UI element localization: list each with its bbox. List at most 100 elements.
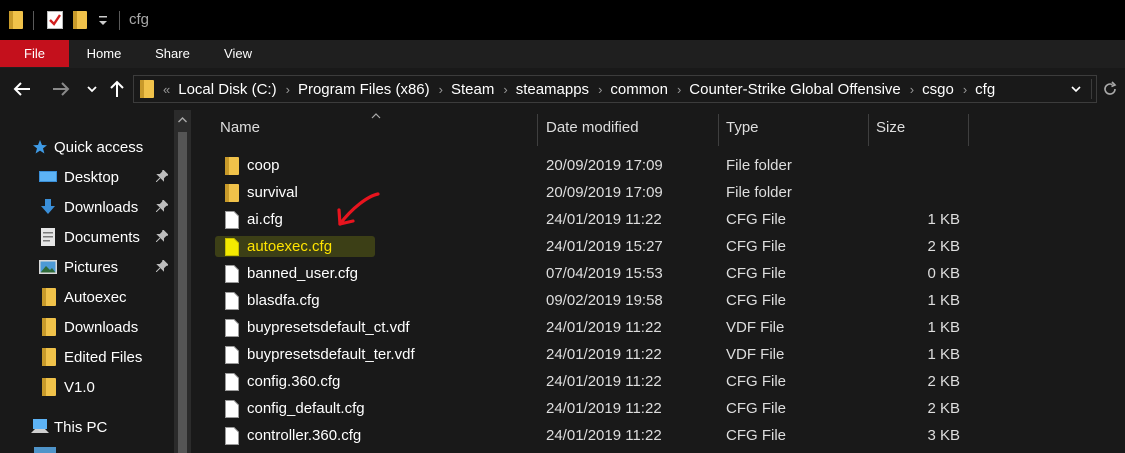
new-folder-icon[interactable] bbox=[73, 11, 87, 33]
breadcrumb-overflow-icon[interactable]: « bbox=[163, 82, 170, 97]
file-size: 2 KB bbox=[927, 400, 960, 417]
file-row[interactable]: banned_user.cfg 07/04/2019 15:53 CFG Fil… bbox=[191, 260, 1125, 287]
column-header-date-modified[interactable]: Date modified bbox=[546, 110, 639, 146]
tab-share[interactable]: Share bbox=[145, 40, 200, 67]
star-icon bbox=[31, 138, 49, 156]
folder-icon bbox=[40, 348, 58, 366]
up-button[interactable] bbox=[106, 78, 128, 100]
breadcrumb-item[interactable]: cfg bbox=[975, 81, 995, 98]
column-header-name[interactable]: Name bbox=[220, 110, 260, 146]
scroll-up-icon[interactable] bbox=[178, 117, 187, 123]
tab-file[interactable]: File bbox=[0, 40, 69, 67]
sidebar-item-quick-access[interactable]: Quick access bbox=[0, 132, 174, 162]
recent-locations-button[interactable] bbox=[81, 78, 103, 100]
file-name: config_default.cfg bbox=[247, 400, 365, 417]
tab-home[interactable]: Home bbox=[75, 40, 133, 67]
file-type: CFG File bbox=[726, 427, 786, 444]
chevron-right-icon[interactable]: › bbox=[286, 82, 290, 97]
file-size: 1 KB bbox=[927, 211, 960, 228]
sidebar-item-desktop[interactable]: Desktop bbox=[0, 162, 174, 192]
column-divider[interactable] bbox=[868, 114, 869, 146]
file-row[interactable]: coop 20/09/2019 17:09 File folder bbox=[191, 152, 1125, 179]
pin-icon[interactable] bbox=[155, 168, 169, 186]
sidebar-item-edited-files[interactable]: Edited Files bbox=[0, 342, 174, 372]
breadcrumb-item[interactable]: csgo bbox=[922, 81, 954, 98]
file-size: 1 KB bbox=[927, 292, 960, 309]
sidebar-scrollbar[interactable] bbox=[174, 110, 191, 453]
address-dropdown-icon[interactable] bbox=[1071, 85, 1081, 93]
sidebar-item-label: Quick access bbox=[54, 138, 144, 156]
breadcrumb-item[interactable]: Steam bbox=[451, 81, 494, 98]
chevron-right-icon[interactable]: › bbox=[598, 82, 602, 97]
breadcrumb-item[interactable]: common bbox=[610, 81, 668, 98]
chevron-right-icon[interactable]: › bbox=[677, 82, 681, 97]
file-size: 3 KB bbox=[927, 427, 960, 444]
file-row[interactable]: buypresetsdefault_ter.vdf 24/01/2019 11:… bbox=[191, 341, 1125, 368]
file-type: CFG File bbox=[726, 400, 786, 417]
file-name: banned_user.cfg bbox=[247, 265, 358, 282]
file-name: survival bbox=[247, 184, 298, 201]
folder-icon bbox=[225, 157, 239, 175]
file-date-modified: 24/01/2019 11:22 bbox=[546, 211, 662, 228]
file-icon bbox=[225, 292, 239, 310]
file-size: 2 KB bbox=[927, 373, 960, 390]
chevron-right-icon[interactable]: › bbox=[963, 82, 967, 97]
pin-icon[interactable] bbox=[155, 198, 169, 216]
file-row[interactable]: controller.360.cfg 24/01/2019 11:22 CFG … bbox=[191, 422, 1125, 449]
tab-view[interactable]: View bbox=[212, 40, 264, 67]
file-type: CFG File bbox=[726, 265, 786, 282]
sidebar-item-label: Documents bbox=[64, 228, 140, 246]
file-size bbox=[874, 179, 960, 206]
chevron-right-icon[interactable]: › bbox=[910, 82, 914, 97]
sidebar-item-this-pc[interactable]: This PC bbox=[0, 412, 174, 442]
breadcrumb-item[interactable]: Program Files (x86) bbox=[298, 81, 430, 98]
column-divider[interactable] bbox=[968, 114, 969, 146]
chevron-right-icon[interactable]: › bbox=[503, 82, 507, 97]
file-row[interactable]: config_default.cfg 24/01/2019 11:22 CFG … bbox=[191, 395, 1125, 422]
sidebar-item-label: V1.0 bbox=[64, 378, 95, 396]
file-icon bbox=[225, 400, 239, 418]
sidebar-item-label: Autoexec bbox=[64, 288, 127, 306]
title-divider bbox=[119, 11, 120, 30]
breadcrumb-item[interactable]: Local Disk (C:) bbox=[178, 81, 276, 98]
file-date-modified: 20/09/2019 17:09 bbox=[546, 157, 663, 174]
file-row[interactable]: blasdfa.cfg 09/02/2019 19:58 CFG File 1 … bbox=[191, 287, 1125, 314]
sidebar-item-downloads[interactable]: Downloads bbox=[0, 192, 174, 222]
breadcrumb-item[interactable]: Counter-Strike Global Offensive bbox=[689, 81, 901, 98]
file-date-modified: 24/01/2019 11:22 bbox=[546, 346, 662, 363]
properties-checkmark-icon[interactable] bbox=[47, 11, 63, 33]
sidebar-item-pictures[interactable]: Pictures bbox=[0, 252, 174, 282]
back-button[interactable] bbox=[11, 78, 33, 100]
annotation-arrow-icon bbox=[337, 192, 380, 226]
file-row[interactable]: config.360.cfg 24/01/2019 11:22 CFG File… bbox=[191, 368, 1125, 395]
sidebar-item-downloads-folder[interactable]: Downloads bbox=[0, 312, 174, 342]
column-divider[interactable] bbox=[537, 114, 538, 146]
column-header-size[interactable]: Size bbox=[876, 110, 905, 146]
sidebar-item-v1-0[interactable]: V1.0 bbox=[0, 372, 174, 402]
file-type: VDF File bbox=[726, 346, 785, 363]
file-icon bbox=[225, 373, 239, 391]
sidebar-item-label: This PC bbox=[54, 418, 108, 436]
sidebar-item-autoexec[interactable]: Autoexec bbox=[0, 282, 174, 312]
refresh-button[interactable] bbox=[1099, 78, 1121, 100]
customize-toolbar-dropdown-icon[interactable] bbox=[98, 13, 108, 31]
chevron-right-icon[interactable]: › bbox=[439, 82, 443, 97]
pin-icon[interactable] bbox=[155, 258, 169, 276]
folder-icon[interactable] bbox=[9, 11, 23, 33]
breadcrumb-item[interactable]: steamapps bbox=[516, 81, 589, 98]
pin-icon[interactable] bbox=[155, 228, 169, 246]
column-header-type[interactable]: Type bbox=[726, 110, 759, 146]
file-row[interactable]: buypresetsdefault_ct.vdf 24/01/2019 11:2… bbox=[191, 314, 1125, 341]
file-row-highlighted[interactable]: autoexec.cfg 24/01/2019 15:27 CFG File 2… bbox=[191, 233, 1125, 260]
folder-icon bbox=[40, 378, 58, 396]
address-bar[interactable]: « Local Disk (C:) › Program Files (x86) … bbox=[133, 75, 1097, 103]
forward-button[interactable] bbox=[50, 78, 72, 100]
scrollbar-thumb[interactable] bbox=[178, 132, 187, 453]
file-size bbox=[874, 152, 960, 179]
column-divider[interactable] bbox=[718, 114, 719, 146]
divider bbox=[1091, 79, 1092, 99]
documents-icon bbox=[39, 228, 57, 246]
sidebar-item-documents[interactable]: Documents bbox=[0, 222, 174, 252]
folder-icon bbox=[40, 288, 58, 306]
drive-icon bbox=[34, 447, 56, 453]
